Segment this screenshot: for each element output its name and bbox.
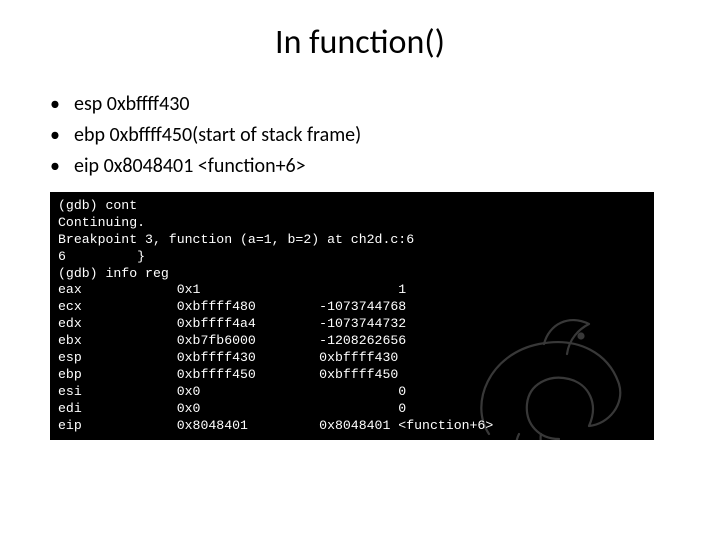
register-row: ebp 0xbffff450 0xbffff450 [58, 367, 646, 384]
terminal: (gdb) cont Continuing. Breakpoint 3, fun… [50, 192, 654, 440]
register-row: ecx 0xbffff480 -1073744768 [58, 299, 646, 316]
terminal-line: Continuing. [58, 215, 646, 232]
register-row: esp 0xbffff430 0xbffff430 [58, 350, 646, 367]
slide-title: In function() [0, 22, 720, 63]
register-row: eip 0x8048401 0x8048401 <function+6> [58, 418, 646, 435]
terminal-line: 6 } [58, 249, 646, 266]
terminal-screenshot: (gdb) cont Continuing. Breakpoint 3, fun… [50, 192, 720, 440]
bullet-list: esp 0xbffff430 ebp 0xbffff450(start of s… [50, 89, 720, 182]
bullet-item: ebp 0xbffff450(start of stack frame) [50, 120, 720, 151]
register-row: edx 0xbffff4a4 -1073744732 [58, 316, 646, 333]
bullet-item: esp 0xbffff430 [50, 89, 720, 120]
register-row: eax 0x1 1 [58, 282, 646, 299]
terminal-line: (gdb) info reg [58, 266, 646, 283]
register-row: esi 0x0 0 [58, 384, 646, 401]
register-row: ebx 0xb7fb6000 -1208262656 [58, 333, 646, 350]
register-row: edi 0x0 0 [58, 401, 646, 418]
bullet-item: eip 0x8048401 <function+6> [50, 151, 720, 182]
terminal-line: (gdb) cont [58, 198, 646, 215]
register-table: eax 0x1 1ecx 0xbffff480 -1073744768edx 0… [58, 282, 646, 434]
slide: In function() esp 0xbffff430 ebp 0xbffff… [0, 22, 720, 540]
terminal-line: Breakpoint 3, function (a=1, b=2) at ch2… [58, 232, 646, 249]
